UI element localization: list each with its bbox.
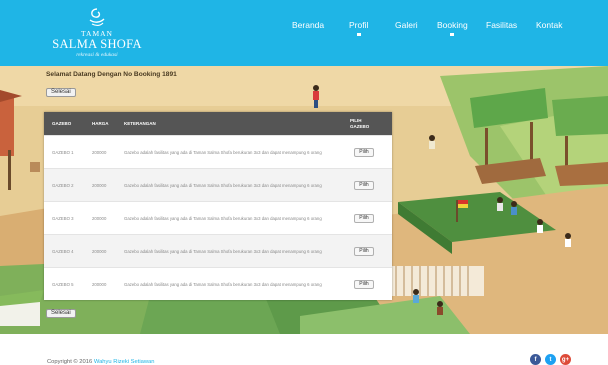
nav-galeri[interactable]: Galeri [395, 20, 418, 30]
selesai-button-bottom[interactable]: Selesai [46, 309, 76, 318]
cell-harga: 200000 [92, 281, 107, 287]
footer: Copyright © 2016 Wahyu Rizeki Setiawan f… [0, 334, 608, 365]
table-header: GAZEBO HARGA KETERANGAN PILIH GAZEBO [44, 112, 392, 135]
google-plus-icon[interactable]: g+ [560, 354, 571, 365]
main-nav: Beranda Profil Galeri Booking Fasilitas … [0, 20, 608, 40]
pilih-button[interactable]: Pilih [354, 148, 374, 157]
copyright: Copyright © 2016 Wahyu Rizeki Setiawan [47, 359, 155, 365]
cell-keterangan: Gazebo adalah fasilitas yang ada di Tama… [124, 215, 322, 221]
dropdown-indicator-icon [356, 33, 361, 36]
cell-gazebo: GAZEBO 2 [52, 182, 74, 188]
header-pilih-gazebo: PILIH GAZEBO [350, 117, 370, 129]
facebook-icon[interactable]: f [530, 354, 541, 365]
pilih-button[interactable]: Pilih [354, 280, 374, 289]
nav-kontak[interactable]: Kontak [536, 20, 562, 30]
header-keterangan: KETERANGAN [124, 120, 156, 126]
copyright-text: Copyright © 2016 [47, 359, 93, 365]
table-row: GAZEBO 3 200000 Gazebo adalah fasilitas … [44, 201, 392, 234]
page: TAMAN SALMA SHOFA rekreasi & edukasi Ber… [0, 0, 608, 365]
welcome-message: Selamat Datang Dengan No Booking 1891 [46, 71, 177, 78]
nav-profil[interactable]: Profil [349, 20, 368, 36]
header-gazebo: GAZEBO [52, 120, 72, 126]
selesai-button-top[interactable]: Selesai [46, 88, 76, 97]
cell-gazebo: GAZEBO 5 [52, 281, 74, 287]
cell-keterangan: Gazebo adalah fasilitas yang ada di Tama… [124, 149, 322, 155]
table-row: GAZEBO 5 200000 Gazebo adalah fasilitas … [44, 267, 392, 300]
table-row: GAZEBO 4 200000 Gazebo adalah fasilitas … [44, 234, 392, 267]
twitter-icon[interactable]: t [545, 354, 556, 365]
header-bar: TAMAN SALMA SHOFA rekreasi & edukasi Ber… [0, 0, 608, 66]
cell-gazebo: GAZEBO 3 [52, 215, 74, 221]
nav-beranda[interactable]: Beranda [292, 20, 324, 30]
cell-harga: 200000 [92, 248, 107, 254]
cell-harga: 200000 [92, 149, 107, 155]
cell-gazebo: GAZEBO 1 [52, 149, 74, 155]
pilih-button[interactable]: Pilih [354, 247, 374, 256]
table-row: GAZEBO 2 200000 Gazebo adalah fasilitas … [44, 168, 392, 201]
pilih-button[interactable]: Pilih [354, 214, 374, 223]
cell-gazebo: GAZEBO 4 [52, 248, 74, 254]
header-harga: HARGA [92, 120, 109, 126]
table-row: GAZEBO 1 200000 Gazebo adalah fasilitas … [44, 135, 392, 168]
cell-harga: 200000 [92, 182, 107, 188]
nav-booking[interactable]: Booking [437, 20, 468, 36]
pilih-button[interactable]: Pilih [354, 181, 374, 190]
cell-keterangan: Gazebo adalah fasilitas yang ada di Tama… [124, 182, 322, 188]
author-link[interactable]: Wahyu Rizeki Setiawan [94, 359, 155, 365]
nav-fasilitas[interactable]: Fasilitas [486, 20, 517, 30]
dropdown-indicator-icon [450, 33, 455, 36]
gazebo-table: GAZEBO HARGA KETERANGAN PILIH GAZEBO GAZ… [44, 112, 392, 300]
cell-keterangan: Gazebo adalah fasilitas yang ada di Tama… [124, 248, 322, 254]
cell-harga: 200000 [92, 215, 107, 221]
brand-tagline: rekreasi & edukasi [76, 52, 118, 58]
cell-keterangan: Gazebo adalah fasilitas yang ada di Tama… [124, 281, 322, 287]
